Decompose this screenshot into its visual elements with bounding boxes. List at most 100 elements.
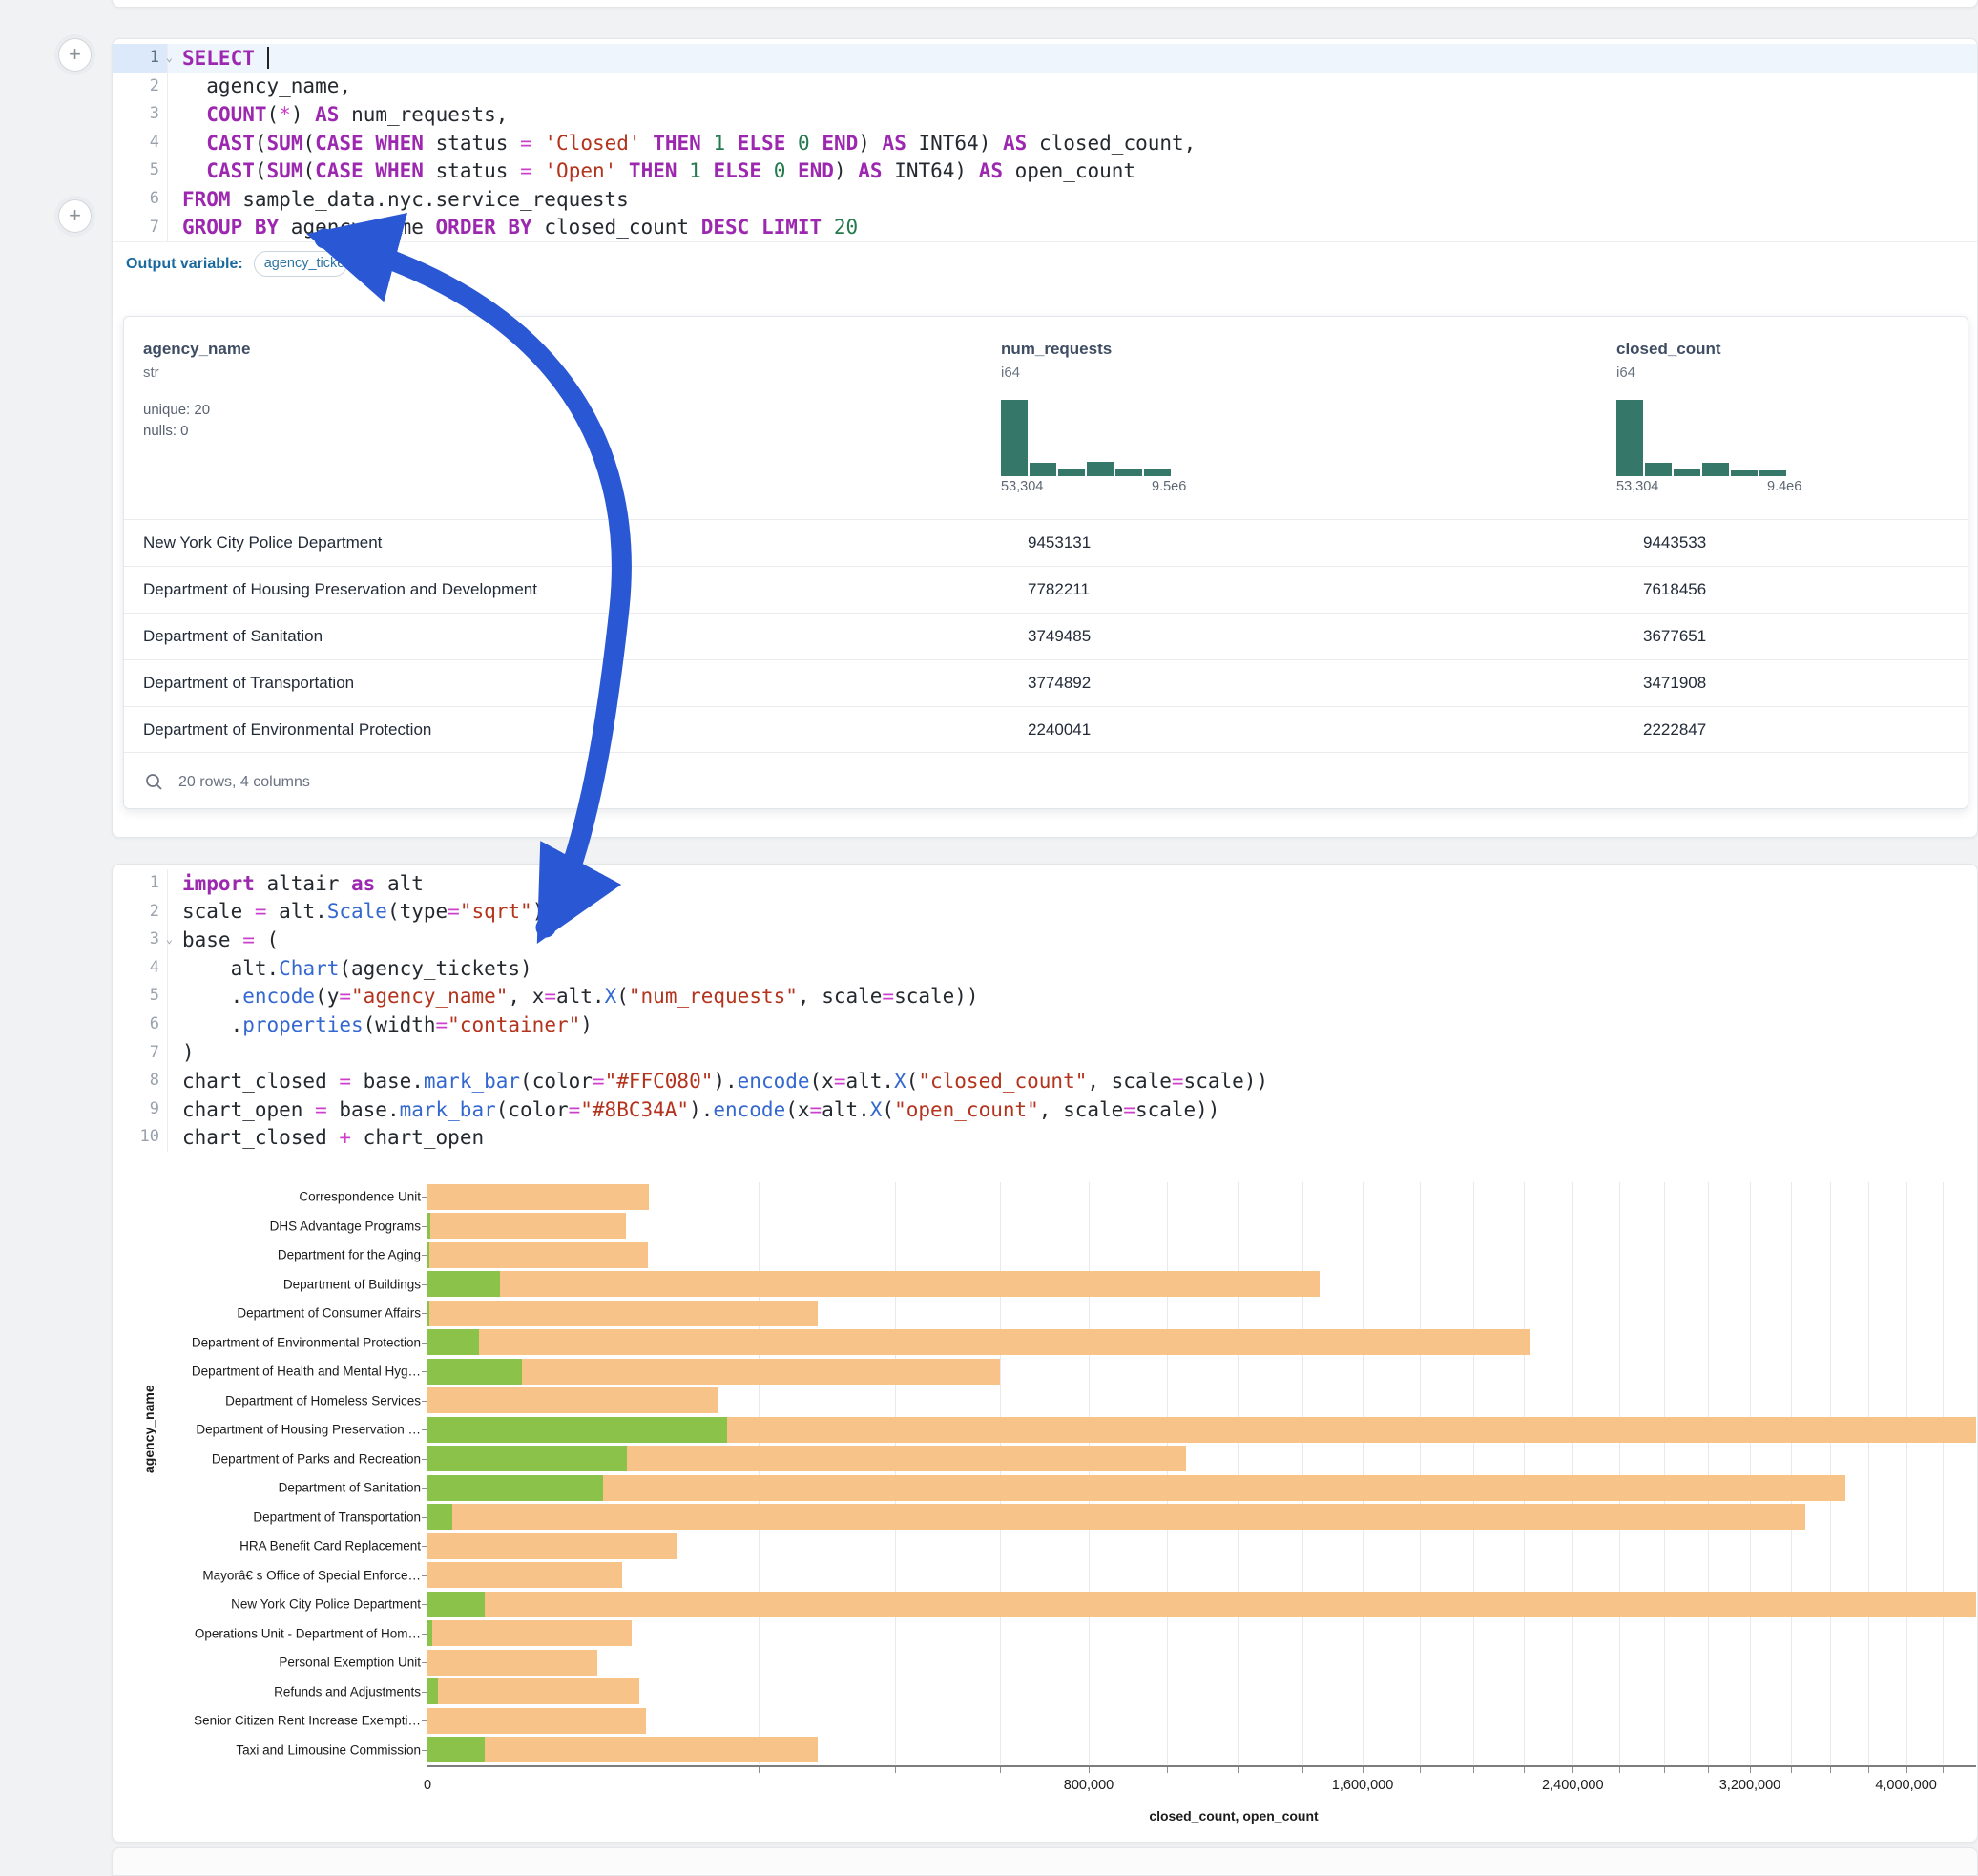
gridline [1619, 1182, 1620, 1764]
code-text: alt.Chart(agency_tickets) [182, 957, 532, 980]
table-cell: Department of Housing Preservation and D… [143, 580, 537, 599]
gridline [1664, 1182, 1665, 1764]
open_count-bar [427, 1329, 479, 1355]
table-row[interactable]: Department of Transportation377489234719… [124, 659, 1968, 706]
code-line[interactable]: 2 agency_name, [113, 73, 1977, 101]
gridline [1943, 1182, 1944, 1764]
gridline [1089, 1182, 1090, 1764]
collapse-chevron-icon[interactable]: ⌄ [166, 926, 173, 954]
closed_count-bar [427, 1592, 1976, 1617]
histogram-bar [1616, 400, 1643, 476]
y-tick-label: Refunds and Adjustments [274, 1684, 421, 1699]
code-line[interactable]: 4 alt.Chart(agency_tickets) [113, 954, 1977, 983]
gridline [759, 1182, 760, 1764]
line-number: 10 [113, 1123, 168, 1152]
x-tick [1830, 1767, 1831, 1773]
line-number: 2 [113, 898, 168, 927]
table-row[interactable]: New York City Police Department945313194… [124, 519, 1968, 566]
table-cell: 2222847 [1643, 720, 1706, 740]
open_count-bar [427, 1359, 522, 1385]
table-cell: 3749485 [1028, 627, 1091, 646]
code-line[interactable]: 8chart_closed = base.mark_bar(color="#FF… [113, 1067, 1977, 1095]
add-cell-button[interactable]: + [58, 199, 92, 233]
gridline [1830, 1182, 1831, 1764]
histogram-max: 9.4e6 [1767, 479, 1801, 494]
dataframe-preview: agency_namestrunique: 20nulls: 0 num_requ… [123, 316, 1968, 809]
code-line[interactable]: 6 FROM sample_data.nyc.service_requests [113, 185, 1977, 214]
table-row[interactable]: Department of Environmental Protection 22… [124, 706, 1968, 753]
y-tick-label: Operations Unit - Department of Hom… [195, 1626, 421, 1640]
code-line[interactable]: 5 CAST(SUM(CASE WHEN status = 'Open' THE… [113, 156, 1977, 185]
table-cell: Department of Environmental Protection [143, 720, 431, 740]
open_count-bar [427, 1417, 727, 1443]
x-tick [1572, 1767, 1573, 1773]
column-header-num_requests[interactable]: num_requestsi6453,3049.5e6 [1001, 317, 1112, 381]
code-line[interactable]: 3 COUNT(*) AS num_requests, [113, 100, 1977, 129]
y-tick-label: Department of Buildings [283, 1277, 421, 1291]
x-tick [1906, 1767, 1907, 1773]
altair-chart: agency_name Correspondence UnitDHS Advan… [113, 1175, 1978, 1833]
code-text: SELECT [182, 47, 269, 70]
python-code-editor[interactable]: 1import altair as alt2scale = alt.Scale(… [113, 865, 1977, 1152]
table-cell: 9443533 [1643, 533, 1706, 552]
closed_count-bar [427, 1387, 718, 1413]
closed_count-bar [427, 1533, 677, 1559]
gridline [1906, 1182, 1907, 1764]
sql-code-editor[interactable]: 1⌄SELECT 2 agency_name,3 COUNT(*) AS num… [113, 39, 1977, 241]
line-number: 4 [113, 954, 168, 983]
open_count-bar [427, 1301, 429, 1326]
code-line[interactable]: 1⌄SELECT [113, 44, 1977, 73]
code-line[interactable]: 4 CAST(SUM(CASE WHEN status = 'Closed' T… [113, 129, 1977, 157]
output-variable-pill[interactable]: agency_tickets [254, 251, 347, 277]
line-number: 6 [113, 185, 168, 214]
code-line[interactable]: 3⌄base = ( [113, 926, 1977, 954]
table-cell: 3471908 [1643, 674, 1706, 693]
open_count-bar [427, 1446, 627, 1471]
dataframe-footer: 20 rows, 4 columns [124, 756, 1968, 808]
histogram-bar [1674, 469, 1700, 476]
code-text: import altair as alt [182, 872, 424, 895]
table-cell: Department of Transportation [143, 674, 354, 693]
code-text: agency_name, [182, 74, 351, 97]
open_count-bar [427, 1592, 485, 1617]
x-tick-label: 4,000,000 [1875, 1778, 1937, 1793]
chart-x-axis-title: closed_count, open_count [1149, 1808, 1318, 1824]
x-tick [1302, 1767, 1303, 1773]
line-number: 8 [113, 1067, 168, 1095]
histogram-bar [1731, 470, 1758, 476]
code-line[interactable]: 6 .properties(width="container") [113, 1011, 1977, 1039]
x-tick [1238, 1767, 1239, 1773]
code-line[interactable]: 10chart_closed + chart_open [113, 1123, 1977, 1152]
x-tick [1089, 1767, 1090, 1773]
column-header-closed_count[interactable]: closed_counti6453,3049.4e6 [1616, 317, 1721, 381]
histogram-bar [1001, 400, 1028, 476]
open_count-bar [427, 1475, 603, 1501]
code-line[interactable]: 9chart_open = base.mark_bar(color="#8BC3… [113, 1095, 1977, 1124]
table-cell: Department of Sanitation [143, 627, 323, 646]
chart-x-axis-line [427, 1765, 1976, 1767]
search-icon[interactable] [145, 773, 163, 791]
column-header-agency_name[interactable]: agency_namestrunique: 20nulls: 0 [143, 317, 250, 442]
code-line[interactable]: 7GROUP BY agency_name ORDER BY closed_co… [113, 214, 1977, 242]
collapse-chevron-icon[interactable]: ⌄ [166, 44, 173, 73]
table-row[interactable]: Department of Sanitation37494853677651 [124, 613, 1968, 659]
add-cell-button[interactable]: + [58, 38, 92, 72]
code-text: chart_open = base.mark_bar(color="#8BC34… [182, 1098, 1219, 1121]
column-stats: unique: 20nulls: 0 [143, 400, 250, 442]
table-cell: 2240041 [1028, 720, 1091, 740]
code-text: GROUP BY agency_name ORDER BY closed_cou… [182, 216, 858, 239]
code-text: FROM sample_data.nyc.service_requests [182, 188, 629, 211]
code-line[interactable]: 7) [113, 1039, 1977, 1068]
x-tick [1791, 1767, 1792, 1773]
y-tick-label: Department of Sanitation [279, 1481, 421, 1495]
code-line[interactable]: 5 .encode(y="agency_name", x=alt.X("num_… [113, 982, 1977, 1011]
histogram-min: 53,304 [1616, 479, 1658, 494]
y-tick-label: Department of Housing Preservation … [196, 1423, 421, 1437]
code-line[interactable]: 1import altair as alt [113, 869, 1977, 898]
histogram-bar [1058, 469, 1085, 476]
output-variable-label: Output variable: [126, 256, 243, 273]
x-tick-label: 0 [424, 1778, 431, 1793]
table-row[interactable]: Department of Housing Preservation and D… [124, 566, 1968, 613]
code-line[interactable]: 2scale = alt.Scale(type="sqrt") [113, 898, 1977, 927]
closed_count-bar [427, 1650, 597, 1676]
